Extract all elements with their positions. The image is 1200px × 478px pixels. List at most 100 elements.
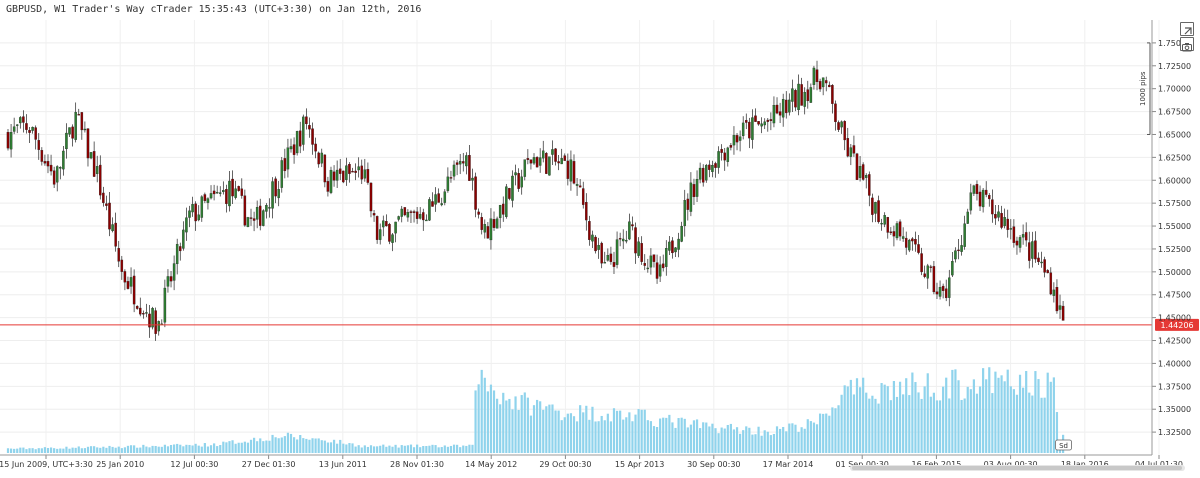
candle-body — [954, 250, 957, 260]
volume-bar — [292, 437, 296, 453]
candle-body — [498, 205, 502, 219]
volume-bar — [886, 386, 889, 453]
candle-body — [563, 155, 567, 161]
candle-body — [735, 135, 739, 143]
volume-bar — [13, 448, 16, 453]
candle-body — [621, 238, 625, 242]
candle-body — [1012, 226, 1016, 243]
candle-body — [603, 262, 607, 264]
volume-bar — [1009, 386, 1012, 453]
volume-bar — [406, 445, 409, 453]
candle-body — [695, 178, 699, 197]
candle-body — [59, 167, 62, 169]
volume-bar — [366, 446, 370, 453]
volume-bar — [806, 419, 809, 453]
candle-body — [966, 211, 969, 224]
volume-bar — [914, 382, 917, 453]
candle-body — [277, 189, 280, 199]
volume-bar — [582, 412, 585, 453]
candle-body — [458, 160, 462, 165]
candle-body — [40, 150, 44, 162]
volume-bar — [726, 424, 729, 453]
volume-bar — [499, 404, 502, 453]
candle-body — [729, 145, 733, 148]
candle-body — [606, 255, 610, 261]
candle-body — [625, 240, 628, 242]
x-tick-label: 13 Jun 2011 — [319, 460, 367, 469]
volume-bar — [539, 401, 542, 453]
volume-bar — [83, 448, 87, 453]
chart-window: { "window": { "title": "GBPUSD, W1 Trade… — [0, 0, 1200, 474]
volume-bar — [843, 385, 846, 453]
volume-bar — [1003, 381, 1006, 453]
volume-bar — [96, 447, 99, 453]
external-link-icon[interactable] — [1180, 22, 1194, 36]
volume-bar — [818, 413, 822, 453]
volume-bar — [28, 448, 31, 453]
candle-body — [332, 171, 336, 181]
volume-bar — [1028, 392, 1031, 453]
volume-bar — [969, 389, 972, 453]
candle-body — [437, 193, 440, 203]
volume-bar — [46, 447, 50, 453]
candle-body — [991, 199, 994, 215]
candle-body — [775, 104, 779, 114]
candle-body — [15, 124, 19, 126]
volume-bar — [892, 380, 896, 453]
volume-bar — [1012, 389, 1015, 453]
candle-body — [403, 207, 407, 216]
volume-bar — [37, 448, 40, 453]
candle-body — [535, 157, 539, 168]
volume-bar — [542, 409, 545, 453]
candle-body — [831, 85, 834, 104]
candle-body — [745, 120, 748, 123]
candle-body — [1009, 228, 1013, 230]
volume-bar — [563, 417, 566, 453]
volume-bar — [637, 409, 640, 453]
camera-icon[interactable] — [1180, 37, 1194, 52]
volume-bar — [957, 380, 960, 453]
candle-body — [944, 288, 948, 299]
candle-body — [305, 116, 308, 125]
candle-body — [378, 229, 382, 240]
candle-body — [406, 212, 410, 218]
volume-bar — [683, 418, 686, 453]
candle-body — [428, 199, 431, 221]
chart-area[interactable]: 1.44206 1.75000 1.72500 1.70000 1.67500 1.65… — [0, 20, 1200, 474]
volume-bar — [126, 445, 130, 453]
volume-bar — [1046, 372, 1049, 453]
volume-bar — [234, 443, 237, 453]
candle-body — [840, 121, 843, 128]
scrollbar-thumb[interactable] — [852, 466, 1182, 470]
candle-body — [145, 312, 148, 314]
candle-body — [209, 193, 213, 199]
volume-bar — [459, 447, 462, 453]
volume-bar — [628, 412, 631, 453]
candle-body — [631, 224, 634, 227]
volume-bar — [434, 445, 437, 453]
volume-bar — [89, 446, 93, 453]
candle-body — [329, 169, 333, 193]
y-tick-label: 1.60000 — [1158, 176, 1191, 185]
volume-bar — [93, 446, 96, 453]
candle-body — [92, 151, 96, 177]
volume-bar — [560, 420, 563, 453]
candle-body — [271, 181, 274, 209]
volume-bar — [243, 441, 246, 453]
candle-body — [1021, 234, 1025, 238]
volume-bar — [9, 448, 13, 453]
candle-body — [49, 164, 53, 172]
volume-bar — [708, 426, 711, 453]
price-chart[interactable]: 1.44206 1.750001.725001.700001.675001.65… — [0, 20, 1200, 474]
volume-bar — [745, 426, 748, 453]
candle-body — [345, 165, 348, 180]
volume-bar — [1043, 397, 1046, 453]
volume-bar — [283, 436, 286, 453]
candle-body — [34, 127, 37, 140]
volume-bar — [895, 396, 899, 453]
volume-bar — [22, 447, 25, 453]
volume-bar — [425, 446, 428, 453]
candle-body — [111, 224, 114, 232]
volume-bar — [188, 444, 191, 453]
volume-bar — [1037, 379, 1040, 453]
